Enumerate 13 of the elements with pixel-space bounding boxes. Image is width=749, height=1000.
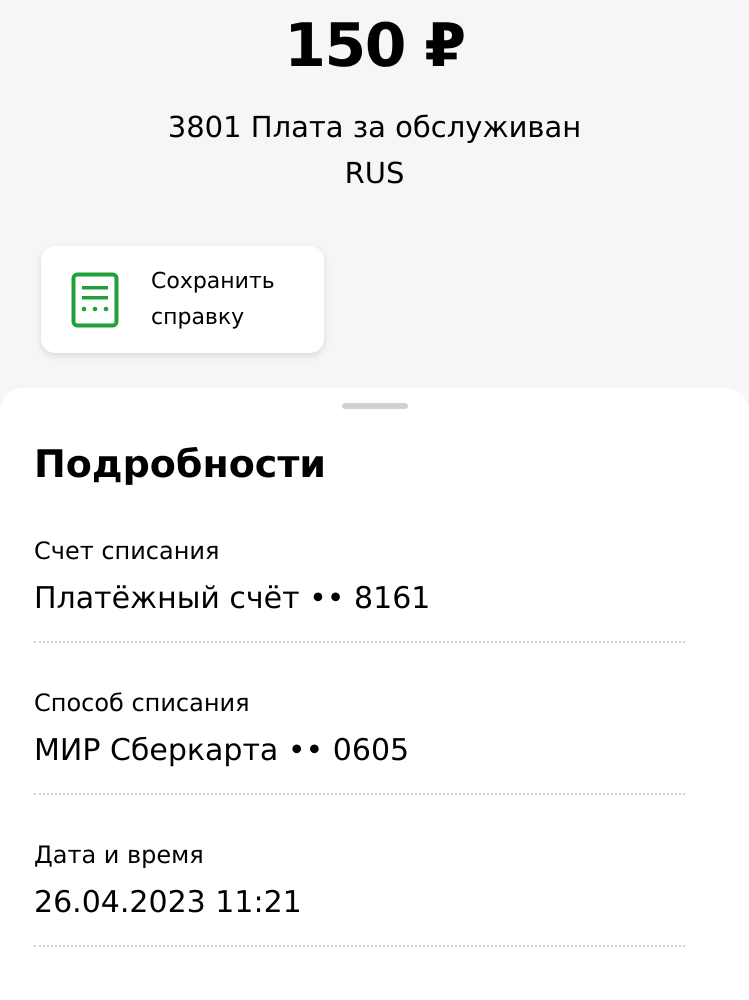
detail-value: Платёжный счёт •• 8161: [34, 580, 430, 618]
detail-value: МИР Сберкарта •• 0605: [34, 732, 410, 770]
document-icon: [71, 272, 119, 328]
detail-label: Счет списания: [34, 536, 220, 567]
amount: 150 ₽: [284, 10, 465, 83]
drag-handle[interactable]: [342, 403, 408, 409]
details-title: Подробности: [34, 441, 327, 488]
transaction-description: RUS: [344, 155, 404, 192]
save-receipt-button[interactable]: Сохранить справку: [41, 246, 324, 353]
detail-label: Дата и время: [34, 840, 205, 871]
transaction-description: 3801 Плата за обслуживан: [168, 109, 582, 146]
detail-value: 26.04.2023 11:21: [34, 884, 302, 922]
detail-label: Способ списания: [34, 688, 251, 719]
